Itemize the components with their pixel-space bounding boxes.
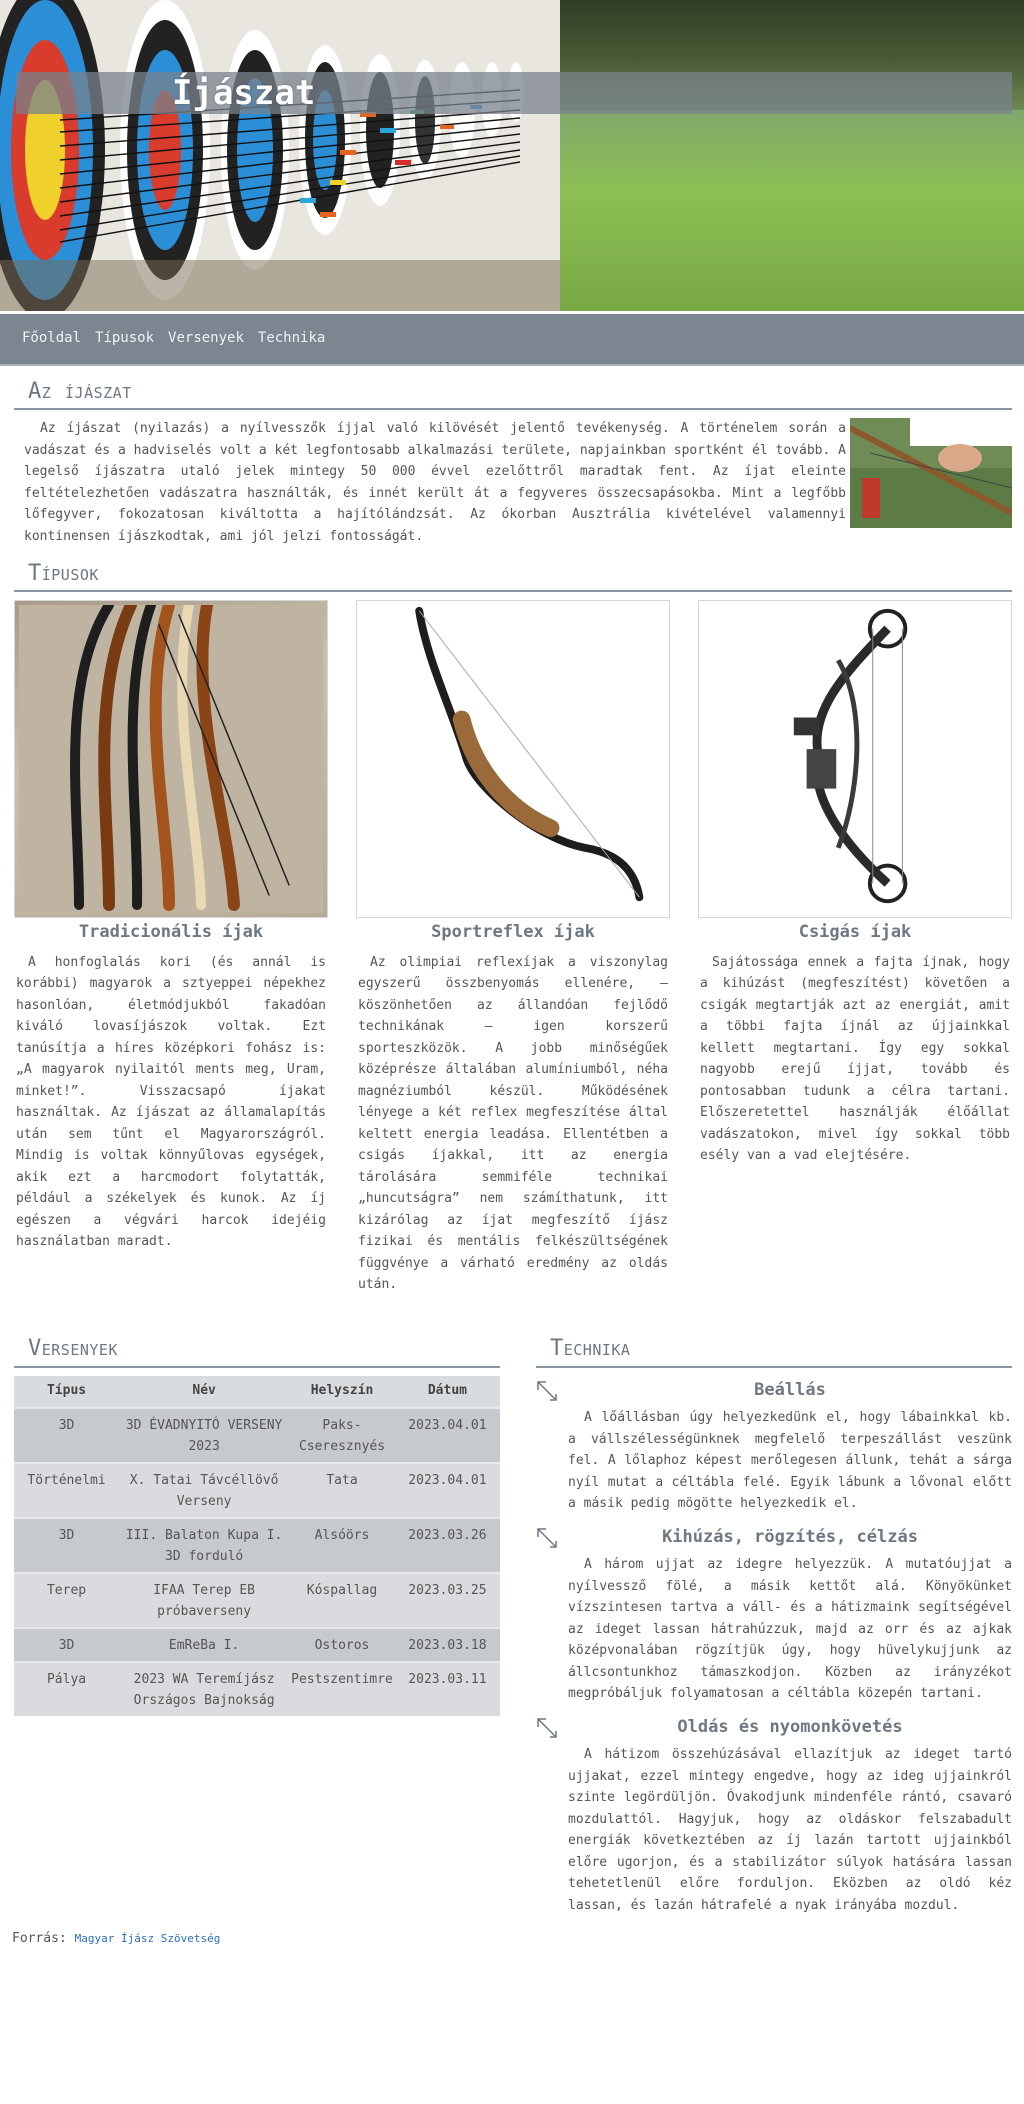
- table-row: Történelmi X. Tatai Távcéllövő Verseny T…: [14, 1461, 500, 1518]
- technique-title-stance: Beállás: [754, 1379, 826, 1400]
- archer-hand-photo: [850, 418, 1012, 528]
- table-row: 3D 3D ÉVADNYITÓ VERSENY 2023 Paks-Cseres…: [14, 1406, 500, 1463]
- cell-date: 2023.04.01: [394, 1406, 500, 1463]
- type-title-recurve: Sportreflex íjak: [431, 922, 595, 942]
- nav-item-competitions[interactable]: Versenyek: [168, 328, 244, 350]
- cell-location: Alsóörs: [289, 1516, 395, 1573]
- nav-item-types[interactable]: Típusok: [95, 328, 154, 350]
- technique-section: Technika Beállás A lőállásban úgy helyez…: [536, 1324, 1012, 1917]
- competitions-heading: Versenyek: [28, 1336, 118, 1361]
- cell-location: Kóspallag: [289, 1571, 395, 1628]
- footer-source-link[interactable]: Magyar Íjász Szövetség: [75, 1932, 221, 1945]
- cell-type: 3D: [14, 1406, 120, 1463]
- cell-location: Tata: [289, 1461, 395, 1518]
- cell-location: Ostoros: [289, 1626, 395, 1662]
- type-card-compound: Csigás íjak Sajátossága ennek a fajta íj…: [698, 600, 1012, 1296]
- types-heading: Típusok: [28, 560, 99, 586]
- type-title-compound: Csigás íjak: [798, 922, 912, 942]
- column-header-type: Típus: [46, 1383, 87, 1399]
- archery-targets-image: [0, 0, 560, 311]
- type-text-traditional: A honfoglalás kori (és annál is korábbi)…: [16, 954, 326, 1250]
- cell-type: 3D: [14, 1626, 120, 1662]
- about-section: Az íjászat (nyilazás) a nyílvesszők íjja…: [14, 418, 1012, 548]
- table-row: Pálya 2023 WA Teremíjász Országos Bajnok…: [14, 1660, 500, 1716]
- page-title: Íjászat: [172, 73, 316, 113]
- cell-name: X. Tatai Távcéllövő Verseny: [119, 1461, 290, 1518]
- cell-date: 2023.03.18: [394, 1626, 500, 1662]
- technique-title-release: Oldás és nyomonkövetés: [677, 1716, 903, 1737]
- hero-title-band: [16, 72, 1012, 114]
- technique-text-release: A hátizom összehúzásával ellazítjuk az i…: [568, 1747, 1012, 1913]
- table-row: Terep IFAA Terep EB próbaverseny Kóspall…: [14, 1571, 500, 1628]
- technique-section-header: Technika: [536, 1324, 1012, 1368]
- arrow-icon: [537, 1527, 557, 1548]
- nav-item-home[interactable]: Főoldal: [22, 328, 81, 350]
- table-row: 3D III. Balaton Kupa I. 3D forduló Alsóö…: [14, 1516, 500, 1573]
- footer: Forrás: Magyar Íjász Szövetség: [12, 1928, 1024, 1950]
- hero-banner: Íjászat: [0, 0, 1024, 314]
- competitions-table: Típus Név Helyszín Dátum 3D 3D ÉVADNYITÓ…: [14, 1375, 500, 1716]
- arrow-icon: [537, 1380, 557, 1401]
- competitions-technique-row: Versenyek Típus Név Helyszín Dátum 3D 3D…: [14, 1324, 1012, 1917]
- about-heading: Az íjászat: [28, 378, 132, 404]
- technique-item-release: Oldás és nyomonkövetés A hátizom összehú…: [536, 1717, 1012, 1917]
- about-section-header: Az íjászat: [14, 366, 1012, 410]
- cell-type: Pálya: [14, 1660, 120, 1716]
- technique-heading: Technika: [550, 1336, 631, 1361]
- traditional-bows-image: [14, 600, 328, 918]
- cell-date: 2023.03.26: [394, 1516, 500, 1573]
- cell-location: Pestszentimre: [289, 1660, 395, 1716]
- cell-name: III. Balaton Kupa I. 3D forduló: [119, 1516, 290, 1573]
- nav-item-technique[interactable]: Technika: [258, 328, 325, 350]
- cell-name: IFAA Terep EB próbaverseny: [119, 1571, 290, 1628]
- cell-location: Paks-Cseresznyés: [289, 1406, 395, 1463]
- cell-type: Terep: [14, 1571, 120, 1628]
- table-row: 3D EmReBa I. Ostoros 2023.03.18: [14, 1626, 500, 1662]
- technique-text-draw: A három ujjat az idegre helyezzük. A mut…: [568, 1557, 1012, 1701]
- cell-name: 3D ÉVADNYITÓ VERSENY 2023: [119, 1406, 290, 1463]
- cell-type: Történelmi: [14, 1461, 120, 1518]
- cell-date: 2023.03.11: [394, 1660, 500, 1716]
- cell-name: 2023 WA Teremíjász Országos Bajnokság: [119, 1660, 290, 1716]
- footer-label: Forrás:: [12, 1931, 67, 1946]
- about-text: Az íjászat (nyilazás) a nyílvesszők íjja…: [24, 421, 846, 544]
- type-title-traditional: Tradicionális íjak: [78, 922, 264, 942]
- competitions-section: Versenyek Típus Név Helyszín Dátum 3D 3D…: [14, 1324, 500, 1917]
- types-section: Tradicionális íjak A honfoglalás kori (é…: [14, 600, 1012, 1296]
- types-section-header: Típusok: [14, 548, 1012, 592]
- technique-item-draw: Kihúzás, rögzítés, célzás A három ujjat …: [536, 1527, 1012, 1705]
- column-header-location: Helyszín: [310, 1383, 374, 1399]
- competitions-section-header: Versenyek: [14, 1324, 500, 1368]
- technique-item-stance: Beállás A lőállásban úgy helyezkedünk el…: [536, 1380, 1012, 1515]
- type-text-compound: Sajátossága ennek a fajta íjnak, hogy a …: [700, 954, 1010, 1164]
- main-nav: Főoldal Típusok Versenyek Technika: [0, 314, 1024, 366]
- table-header-row: Típus Név Helyszín Dátum: [14, 1375, 500, 1408]
- type-card-traditional: Tradicionális íjak A honfoglalás kori (é…: [14, 600, 328, 1296]
- cell-type: 3D: [14, 1516, 120, 1573]
- technique-title-draw: Kihúzás, rögzítés, célzás: [662, 1526, 918, 1547]
- cell-date: 2023.03.25: [394, 1571, 500, 1628]
- arrow-icon: [537, 1717, 557, 1738]
- column-header-name: Név: [192, 1383, 216, 1399]
- column-header-date: Dátum: [427, 1383, 467, 1399]
- type-card-recurve: Sportreflex íjak Az olimpiai reflexíjak …: [356, 600, 670, 1296]
- cell-name: EmReBa I.: [119, 1626, 290, 1662]
- recurve-bow-image: [356, 600, 670, 918]
- technique-text-stance: A lőállásban úgy helyezkedünk el, hogy l…: [568, 1410, 1012, 1511]
- cell-date: 2023.04.01: [394, 1461, 500, 1518]
- compound-bow-image: [698, 600, 1012, 918]
- type-text-recurve: Az olimpiai reflexíjak a viszonylag egys…: [358, 954, 668, 1293]
